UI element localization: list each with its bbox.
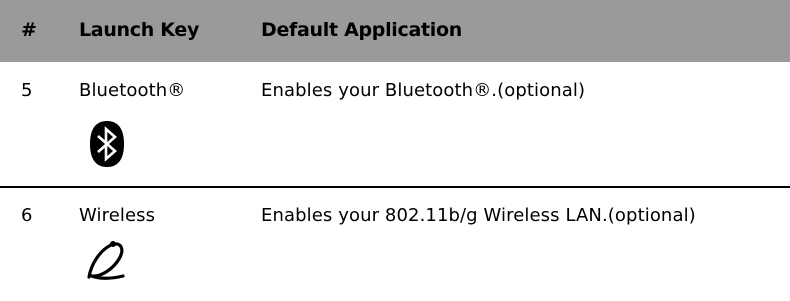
row-launch-key: Wireless [79, 205, 156, 226]
wireless-icon [85, 239, 127, 283]
bluetooth-icon [87, 120, 127, 168]
table-row: 6 Wireless Enables your 802.11b/g Wirele… [0, 187, 790, 301]
launch-key-table: # Launch Key Default Application 5 Bluet… [0, 0, 790, 301]
row-default-application: Enables your 802.11b/g Wireless LAN.(opt… [261, 205, 696, 226]
row-number: 5 [21, 80, 33, 101]
header-default-application: Default Application [261, 19, 462, 41]
header-number: # [21, 19, 37, 41]
row-number: 6 [21, 205, 33, 226]
row-launch-key: Bluetooth® [79, 80, 186, 101]
table-row: 5 Bluetooth® Enables your Bluetooth®.(op… [0, 62, 790, 187]
table-header: # Launch Key Default Application [0, 0, 790, 62]
header-launch-key: Launch Key [79, 19, 200, 41]
row-default-application: Enables your Bluetooth®.(optional) [261, 80, 586, 101]
